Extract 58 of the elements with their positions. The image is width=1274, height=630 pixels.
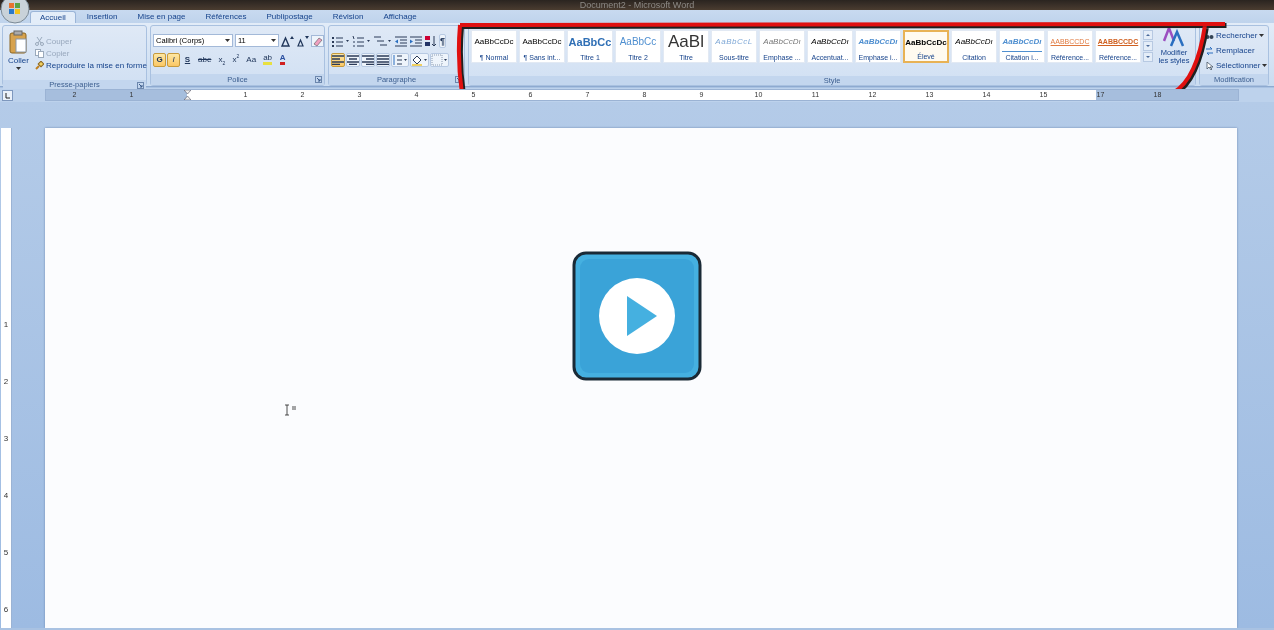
shrink-font-icon[interactable] bbox=[296, 34, 309, 47]
highlight-button[interactable]: ab bbox=[260, 52, 276, 67]
caret-icon bbox=[15, 67, 21, 70]
tab-selector-icon[interactable] bbox=[2, 89, 13, 101]
ruler-number: 2 bbox=[3, 377, 9, 388]
caret-icon bbox=[225, 39, 230, 42]
copy-icon bbox=[34, 48, 44, 58]
ribbon-tab[interactable]: Publipostage bbox=[257, 11, 322, 23]
superscript-button[interactable]: x$^{2}$ bbox=[229, 52, 243, 67]
ribbon-tab[interactable]: Mise en page bbox=[128, 11, 195, 23]
dialog-launcher-icon[interactable] bbox=[455, 76, 462, 83]
paintbrush-icon bbox=[34, 60, 44, 70]
left-button[interactable] bbox=[331, 52, 345, 67]
sort-icon[interactable] bbox=[424, 34, 438, 47]
ribbon-tab[interactable]: Affichage bbox=[374, 11, 426, 23]
styles-icon bbox=[1163, 27, 1185, 47]
paste-button[interactable]: Coller bbox=[5, 28, 32, 78]
shading-button[interactable] bbox=[410, 52, 429, 67]
ruler-number: 4 bbox=[3, 491, 9, 502]
justify-button[interactable] bbox=[376, 52, 390, 67]
dialog-launcher-icon[interactable] bbox=[137, 82, 144, 89]
underline-button[interactable]: S bbox=[181, 52, 194, 67]
caret-icon bbox=[271, 39, 276, 42]
change-case-button[interactable]: Aa bbox=[243, 52, 260, 67]
select-button[interactable]: Sélectionner bbox=[1202, 60, 1271, 71]
font-color-button[interactable]: A bbox=[276, 52, 290, 67]
find-button[interactable]: Rechercher bbox=[1202, 30, 1271, 41]
grow-font-icon[interactable] bbox=[281, 34, 294, 47]
ribbon-tab[interactable]: Accueil bbox=[30, 11, 76, 23]
strikethrough-button[interactable]: abe bbox=[195, 52, 215, 67]
decrease-indent-icon[interactable] bbox=[394, 34, 408, 47]
italic-button[interactable]: I bbox=[167, 52, 180, 67]
ruler-number: 3 bbox=[3, 434, 9, 445]
multilevel-list-icon[interactable] bbox=[373, 34, 393, 47]
right-button[interactable] bbox=[361, 52, 375, 67]
window-title: Document2 - Microsoft Word bbox=[579, 1, 695, 10]
ruler-number: 6 bbox=[3, 605, 9, 616]
clipboard-icon bbox=[8, 30, 29, 54]
bullet-list-icon[interactable] bbox=[331, 34, 351, 47]
subscript-button[interactable]: x$_{2}$ bbox=[215, 52, 229, 67]
center-button[interactable] bbox=[346, 52, 360, 67]
ribbon-tab[interactable]: Références bbox=[196, 11, 256, 23]
cursor-arrow-icon bbox=[1205, 61, 1214, 70]
show-formatting-button[interactable]: ¶ bbox=[439, 33, 446, 48]
bold-button[interactable]: G bbox=[153, 52, 166, 67]
text-cursor-icon bbox=[283, 404, 297, 416]
indent-marker-icon[interactable] bbox=[184, 90, 191, 100]
replace-icon bbox=[1205, 46, 1214, 55]
play-button[interactable] bbox=[572, 251, 702, 381]
ribbon-tab[interactable]: Révision bbox=[323, 11, 373, 23]
dialog-launcher-icon[interactable] bbox=[315, 76, 322, 83]
ruler-number: 1 bbox=[3, 320, 9, 331]
ribbon-tab[interactable]: Insertion bbox=[77, 11, 127, 23]
office-button[interactable] bbox=[0, 0, 30, 24]
ruler-number: 5 bbox=[3, 548, 9, 559]
format-painter-button[interactable]: Reproduire la mise en forme bbox=[31, 59, 150, 71]
scissors-icon bbox=[34, 36, 44, 46]
replace-button[interactable]: Remplacer bbox=[1202, 45, 1271, 56]
